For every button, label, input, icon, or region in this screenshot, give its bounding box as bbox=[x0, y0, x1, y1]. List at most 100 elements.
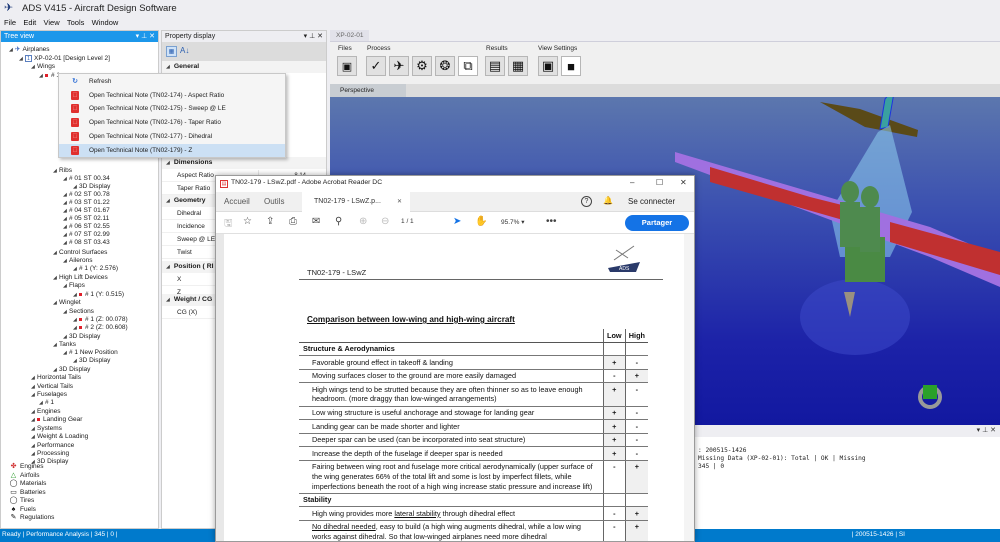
property-category[interactable]: ◢ General bbox=[162, 61, 326, 73]
library-node[interactable]: △ Airfoils bbox=[9, 472, 40, 480]
wireframe-button[interactable]: ▣ bbox=[538, 56, 558, 76]
tree-node[interactable]: ◢ Flaps bbox=[63, 282, 85, 290]
tree-node[interactable]: ◢ Horizontal Tails bbox=[31, 374, 81, 382]
property-category[interactable]: ◢ Dimensions bbox=[162, 157, 326, 169]
view-cube-icon[interactable] bbox=[923, 385, 937, 399]
minimize-button[interactable]: – bbox=[630, 178, 634, 187]
tree-node[interactable]: ◢ # 1 (Y: 0.515) bbox=[73, 291, 124, 299]
page-number-input[interactable]: 1 bbox=[401, 218, 405, 225]
star-icon[interactable]: ☆ bbox=[243, 216, 252, 227]
collapse-toggle-icon[interactable]: ◢ bbox=[166, 160, 170, 166]
open-technical-note-menu-item[interactable]: ⬚ Open Technical Note (TN02-176) - Taper … bbox=[59, 116, 285, 130]
tree-node[interactable]: ◢ Performance bbox=[31, 442, 74, 450]
page-down-icon[interactable]: ⊖ bbox=[381, 216, 389, 227]
close-tab-icon[interactable]: ✕ bbox=[397, 192, 402, 212]
collapse-toggle-icon[interactable]: ◢ bbox=[166, 264, 170, 270]
close-button[interactable]: ✕ bbox=[680, 178, 687, 187]
tree-node[interactable]: ◢ Weight & Loading bbox=[31, 433, 88, 441]
panel-controls[interactable]: ▾ ⊥ ✕ bbox=[136, 31, 155, 42]
tree-node[interactable]: ◢ # 2 (Z: 00.608) bbox=[73, 324, 128, 332]
vertical-scrollbar[interactable] bbox=[684, 234, 694, 541]
select-cursor-icon[interactable]: ➤ bbox=[453, 216, 461, 227]
tab-document[interactable]: TN02-179 - LSwZ.p... ✕ bbox=[302, 192, 410, 212]
tree-node[interactable]: ◢ # 1 bbox=[39, 72, 60, 80]
library-node[interactable]: ✎ Regulations bbox=[9, 514, 55, 522]
tree-node[interactable]: ◢ ✈ Airplanes bbox=[9, 46, 50, 54]
tree-node[interactable]: ◢ Sections bbox=[63, 308, 94, 316]
tree-node[interactable]: ◢ # 07 ST 02.99 bbox=[63, 231, 110, 239]
tree-node[interactable]: ◢ # 08 ST 03.43 bbox=[63, 239, 110, 247]
tree-node[interactable]: ◢ Systems bbox=[31, 425, 62, 433]
menu-window[interactable]: Window bbox=[92, 16, 119, 29]
tree-node[interactable]: ◢ # 1 bbox=[39, 399, 54, 407]
tree-node[interactable]: ◢ # 02 ST 00.78 bbox=[63, 191, 110, 199]
upload-icon[interactable]: ⇪ bbox=[266, 216, 274, 227]
open-technical-note-menu-item[interactable]: ⬚ Open Technical Note (TN02-175) - Sweep … bbox=[59, 102, 285, 116]
tree-node[interactable]: ◢ Winglet bbox=[53, 299, 81, 307]
open-technical-note-menu-item[interactable]: ⬚ Open Technical Note (TN02-177) - Dihedr… bbox=[59, 130, 285, 144]
tree-node[interactable]: ◢ Wings bbox=[31, 63, 55, 71]
tree-node[interactable]: ◢ # 01 ST 00.34 bbox=[63, 175, 110, 183]
tree-node[interactable]: ◢ Engines bbox=[31, 408, 61, 416]
tab-accueil[interactable]: Accueil bbox=[224, 197, 250, 206]
maximize-button[interactable]: ☐ bbox=[656, 178, 663, 187]
email-icon[interactable]: ✉ bbox=[312, 216, 320, 227]
print-icon[interactable]: ⎙ bbox=[289, 216, 297, 227]
airplane-button[interactable]: ✈ bbox=[389, 56, 409, 76]
panel-controls[interactable]: ▾ ⊥ ✕ bbox=[304, 31, 323, 42]
tree-node[interactable]: ◢ 3D Display bbox=[73, 357, 110, 365]
collapse-toggle-icon[interactable]: ◢ bbox=[166, 198, 170, 204]
grid-button[interactable]: ▦ bbox=[508, 56, 528, 76]
tree-node[interactable]: ◢ Tanks bbox=[53, 341, 76, 349]
tree-node[interactable]: ◢ Processing bbox=[31, 450, 69, 458]
refresh-menu-item[interactable]: ↻ Refresh bbox=[59, 75, 285, 89]
tree-node[interactable]: ◢ # 1 New Position bbox=[63, 349, 118, 357]
tree-node[interactable]: ◢ # 1 (Z: 00.078) bbox=[73, 316, 128, 324]
sign-in-link[interactable]: Se connecter bbox=[628, 197, 675, 206]
tree-node[interactable]: ◢ # 1 (Y: 2.576) bbox=[73, 265, 118, 273]
open-technical-note-menu-item[interactable]: ⬚ Open Technical Note (TN02-179) - Z bbox=[59, 143, 285, 157]
bell-icon[interactable]: 🔔 bbox=[603, 196, 613, 205]
library-node[interactable]: ◯ Tires bbox=[9, 497, 35, 505]
tree-node[interactable]: ◢ # 05 ST 02.11 bbox=[63, 215, 109, 223]
save-icon[interactable]: 🖫 bbox=[224, 216, 233, 233]
library-node[interactable]: ◯ Materials bbox=[9, 480, 47, 488]
settings-button[interactable]: ⚙ bbox=[412, 56, 432, 76]
tree-node[interactable]: ◢ Vertical Tails bbox=[31, 383, 73, 391]
save-button[interactable]: ▣ bbox=[337, 56, 357, 76]
tree-node[interactable]: ◢ Landing Gear bbox=[31, 416, 82, 424]
check-button[interactable]: ✓ bbox=[366, 56, 386, 76]
tree-node[interactable]: ◢ 3D Display bbox=[53, 366, 90, 374]
tab-outils[interactable]: Outils bbox=[264, 197, 284, 206]
tree-node[interactable]: ◢ Control Surfaces bbox=[53, 249, 107, 257]
left-pane-toggle[interactable] bbox=[216, 234, 224, 541]
collapse-toggle-icon[interactable]: ◢ bbox=[166, 64, 170, 70]
categorized-view-icon[interactable]: ▦ bbox=[166, 46, 177, 57]
report-button[interactable]: ▤ bbox=[485, 56, 505, 76]
library-node[interactable]: ✤ Engines bbox=[9, 463, 44, 471]
zoom-out-icon[interactable]: ⚲ bbox=[335, 216, 342, 227]
doc-tab[interactable]: XP-02-01 bbox=[330, 30, 370, 41]
library-node[interactable]: ▭ Batteries bbox=[9, 489, 45, 497]
tree-node[interactable]: ◢ 3D Display bbox=[63, 333, 100, 341]
tree-node[interactable]: ◢ # 03 ST 01.22 bbox=[63, 199, 110, 207]
menu-edit[interactable]: Edit bbox=[23, 16, 36, 29]
library-node[interactable]: ♠ Fuels bbox=[9, 506, 36, 514]
more-options-icon[interactable]: ••• bbox=[546, 216, 557, 227]
share-button[interactable]: Partager bbox=[625, 215, 689, 231]
tree-node[interactable]: ◢ # 04 ST 01.67 bbox=[63, 207, 110, 215]
sort-alpha-icon[interactable]: A↓ bbox=[180, 46, 189, 55]
collapse-toggle-icon[interactable]: ◢ bbox=[166, 297, 170, 303]
tree-node[interactable]: ◢ Ribs bbox=[53, 167, 72, 175]
menu-view[interactable]: View bbox=[44, 16, 60, 29]
tree-node[interactable]: ◢ 1 XP-02-01 [Design Level 2] bbox=[19, 55, 110, 63]
menu-tools[interactable]: Tools bbox=[67, 16, 85, 29]
mesh-button[interactable]: ❂ bbox=[435, 56, 455, 76]
resize-button[interactable]: ⧉ bbox=[458, 56, 478, 76]
tree-node[interactable]: ◢ 3D Display bbox=[73, 183, 110, 191]
open-technical-note-menu-item[interactable]: ⬚ Open Technical Note (TN02-174) - Aspect… bbox=[59, 89, 285, 103]
hand-tool-icon[interactable]: ✋ bbox=[475, 216, 487, 227]
tree-node[interactable]: ◢ Ailerons bbox=[63, 257, 92, 265]
page-up-icon[interactable]: ⊕ bbox=[359, 216, 367, 227]
solid-button[interactable]: ■ bbox=[561, 56, 581, 76]
